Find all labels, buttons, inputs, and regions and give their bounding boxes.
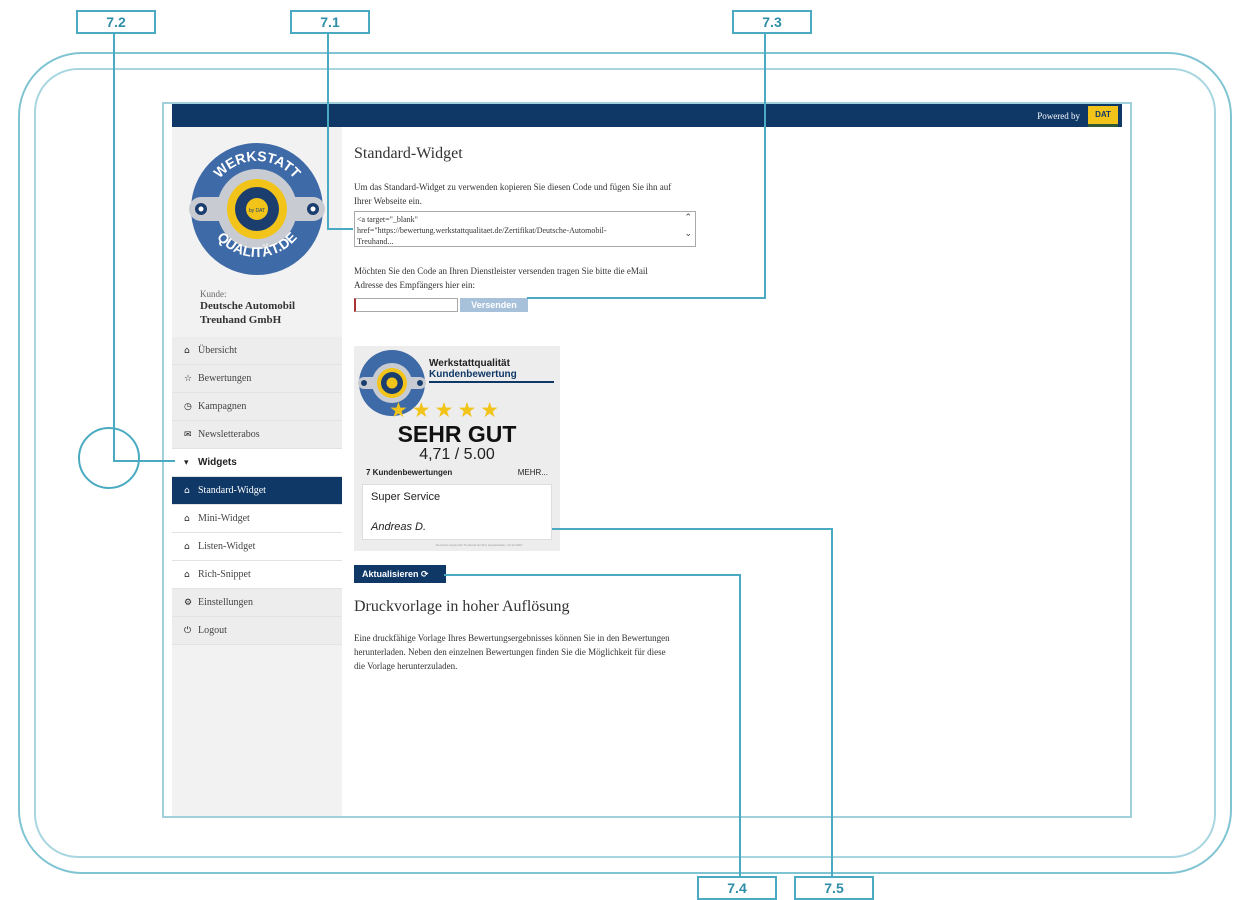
- callout-line-7-1-h: [327, 228, 353, 230]
- callout-line-7-2: [113, 34, 115, 461]
- callout-line-7-3-h: [527, 297, 766, 299]
- callout-line-7-5-h: [552, 528, 833, 530]
- callout-7-3: 7.3: [732, 10, 812, 34]
- callout-7-1: 7.1: [290, 10, 370, 34]
- screen-outline: [162, 102, 1132, 818]
- callout-circle-7-2: [78, 427, 140, 489]
- callout-line-7-3: [764, 34, 766, 299]
- callout-7-4: 7.4: [697, 876, 777, 900]
- callout-line-7-4: [739, 574, 741, 876]
- callout-7-5: 7.5: [794, 876, 874, 900]
- callout-line-7-4-h: [444, 574, 741, 576]
- callout-line-7-5: [831, 528, 833, 876]
- callout-7-2: 7.2: [76, 10, 156, 34]
- callout-line-7-1: [327, 34, 329, 230]
